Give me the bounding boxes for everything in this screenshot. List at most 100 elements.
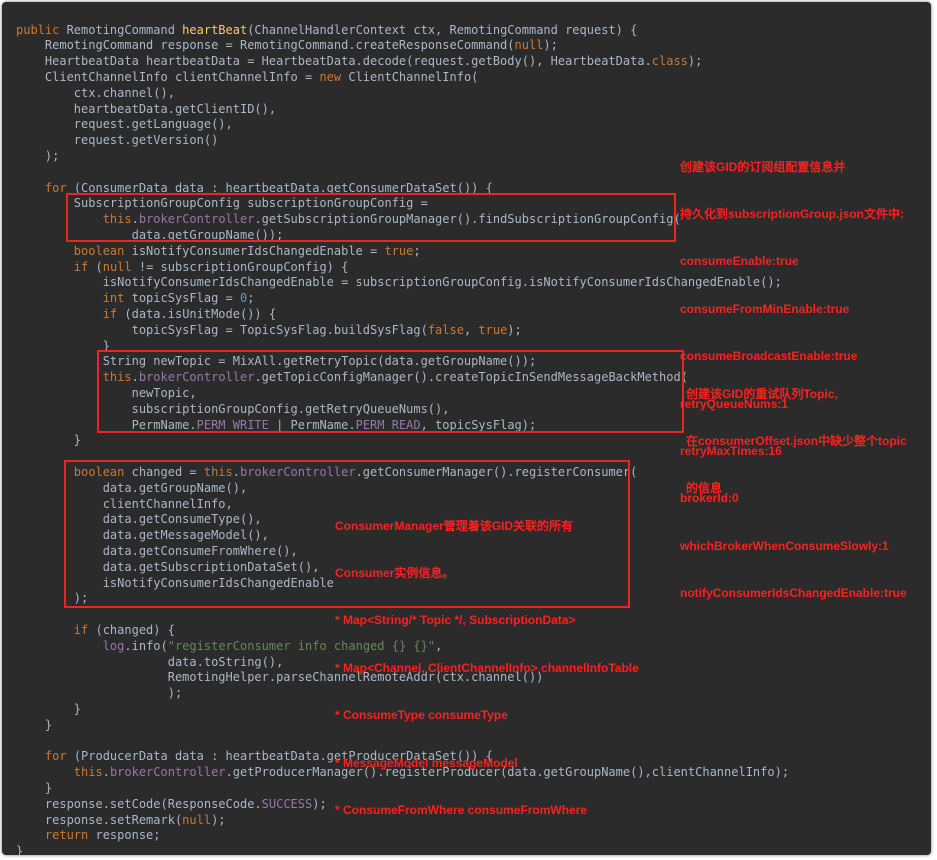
code-line: } bbox=[16, 338, 110, 354]
code-line: ClientChannelInfo clientChannelInfo = ne… bbox=[16, 69, 479, 85]
code-token: response.setRemark( bbox=[16, 812, 183, 827]
annotation-line: * ConsumeFromWhere consumeFromWhere bbox=[335, 802, 588, 817]
code-line: RemotingCommand response = RemotingComma… bbox=[16, 37, 558, 53]
code-token: log bbox=[102, 638, 125, 653]
code-line: if (changed) { bbox=[16, 622, 175, 638]
code-token: } bbox=[16, 717, 53, 732]
code-token: null bbox=[102, 259, 139, 274]
code-token: request.getLanguage(), bbox=[16, 117, 233, 132]
code-token: SUCCESS bbox=[261, 796, 313, 811]
code-token: , bbox=[463, 322, 479, 337]
annotation-line: 创建该GID的订阅组配置信息并 bbox=[680, 159, 846, 174]
code-token: boolean bbox=[73, 243, 132, 258]
code-line: response.setRemark(null); bbox=[16, 812, 226, 828]
code-token: false bbox=[427, 322, 464, 337]
code-line: boolean isNotifyConsumerIdsChangedEnable… bbox=[16, 243, 421, 259]
code-token: if bbox=[102, 306, 125, 321]
code-line: topicSysFlag = TopicSysFlag.buildSysFlag… bbox=[16, 322, 522, 338]
code-token: } bbox=[16, 701, 82, 716]
code-token: request.getVersion() bbox=[16, 133, 219, 148]
code-editor: public RemotingCommand heartBeat(Channel… bbox=[2, 2, 931, 855]
code-token: true bbox=[478, 322, 508, 337]
code-token: ); bbox=[543, 38, 558, 53]
code-token: . bbox=[102, 765, 110, 780]
code-line: if (null != subscriptionGroupConfig) { bbox=[16, 259, 349, 275]
code-line: return response; bbox=[16, 827, 161, 843]
code-line: data.toString(), bbox=[16, 654, 284, 670]
code-token: isNotifyConsumerIdsChangedEnable = subsc… bbox=[16, 275, 782, 290]
code-token: ); bbox=[687, 54, 703, 69]
code-line: ); bbox=[16, 685, 182, 701]
code-token: (data.isUnitMode()) { bbox=[124, 306, 277, 321]
code-token: null bbox=[182, 812, 212, 827]
code-token: RemotingCommand response = RemotingComma… bbox=[16, 38, 515, 53]
code-line: } bbox=[16, 780, 52, 796]
code-token: heartbeatData.getClientID(), bbox=[16, 101, 277, 116]
code-token: response; bbox=[95, 828, 161, 843]
code-line: request.getVersion() bbox=[16, 132, 219, 148]
annotation-line: notifyConsumerIdsChangedEnable:true bbox=[680, 586, 907, 601]
code-token: } bbox=[16, 780, 53, 795]
code-line: ctx.channel(), bbox=[16, 85, 175, 101]
code-token: ( bbox=[95, 259, 103, 274]
code-token: data.toString(), bbox=[16, 654, 284, 669]
code-line: response.setCode(ResponseCode.SUCCESS); bbox=[16, 796, 327, 812]
code-token: (changed) { bbox=[95, 622, 175, 637]
code-token: heartBeat bbox=[182, 22, 248, 37]
annotation-line: 持久化到subscriptionGroup.json文件中: bbox=[680, 206, 904, 221]
code-token: ); bbox=[507, 322, 522, 337]
code-token: ); bbox=[211, 812, 226, 827]
code-token: true bbox=[384, 243, 414, 258]
code-token: ; bbox=[413, 243, 421, 258]
annotation-line: * MessageModel messageModel bbox=[335, 755, 518, 770]
code-token: RemotingCommand bbox=[66, 22, 183, 37]
annotation-line: Consumer实例信息。 bbox=[335, 565, 455, 580]
code-line: if (data.isUnitMode()) { bbox=[16, 306, 276, 322]
code-token: (ChannelHandlerContext ctx, RemotingComm… bbox=[247, 22, 638, 37]
code-line: request.getLanguage(), bbox=[16, 116, 233, 132]
code-line: HeartbeatData heartbeatData = HeartbeatD… bbox=[16, 53, 702, 69]
annotation-line: 在consumerOffset.json中缺少整个topic bbox=[686, 433, 907, 448]
code-token: if bbox=[73, 259, 96, 274]
code-token: ; bbox=[247, 291, 255, 306]
annotation-line: * Map<Channel, ClientChannelInfo> channe… bbox=[335, 660, 639, 675]
annotation-line: whichBrokerWhenConsumeSlowly:1 bbox=[680, 538, 889, 553]
code-token: } bbox=[16, 844, 24, 855]
code-line: isNotifyConsumerIdsChangedEnable = subsc… bbox=[16, 274, 782, 290]
subscription-config-highlight-box bbox=[66, 193, 676, 242]
code-token: for bbox=[44, 749, 74, 764]
code-token: class bbox=[651, 54, 688, 69]
annotation-line: consumeFromMinEnable:true bbox=[680, 301, 850, 316]
retry-topic-annotation: 创建该GID的重试队列Topic, 在consumerOffset.json中缺… bbox=[686, 355, 907, 529]
code-token: .info( bbox=[124, 638, 168, 653]
code-token: ClientChannelInfo( bbox=[348, 69, 479, 84]
code-token: ); bbox=[16, 686, 183, 701]
annotation-line: ConsumerManager管理着该GID关联的所有 bbox=[335, 518, 574, 533]
code-token: topicSysFlag = TopicSysFlag.buildSysFlag… bbox=[16, 322, 428, 337]
code-token: ); bbox=[312, 796, 327, 811]
code-line: heartbeatData.getClientID(), bbox=[16, 101, 276, 117]
code-line: int topicSysFlag = 0; bbox=[16, 290, 255, 306]
code-token: topicSysFlag = bbox=[131, 291, 240, 306]
annotation-line: * Map<String/* Topic */, SubscriptionDat… bbox=[335, 613, 576, 628]
annotation-line: 的信息 bbox=[686, 481, 723, 496]
code-token: response.setCode(ResponseCode. bbox=[16, 796, 262, 811]
code-token: HeartbeatData heartbeatData = HeartbeatD… bbox=[16, 54, 652, 69]
code-line: ); bbox=[16, 148, 59, 164]
code-token: } bbox=[16, 433, 82, 448]
code-token: isNotifyConsumerIdsChangedEnable = bbox=[131, 243, 385, 258]
code-token: != subscriptionGroupConfig) { bbox=[138, 259, 349, 274]
code-token: if bbox=[73, 622, 96, 637]
annotation-line: consumeEnable:true bbox=[680, 254, 799, 269]
annotation-line: 创建该GID的重试队列Topic, bbox=[686, 386, 838, 401]
